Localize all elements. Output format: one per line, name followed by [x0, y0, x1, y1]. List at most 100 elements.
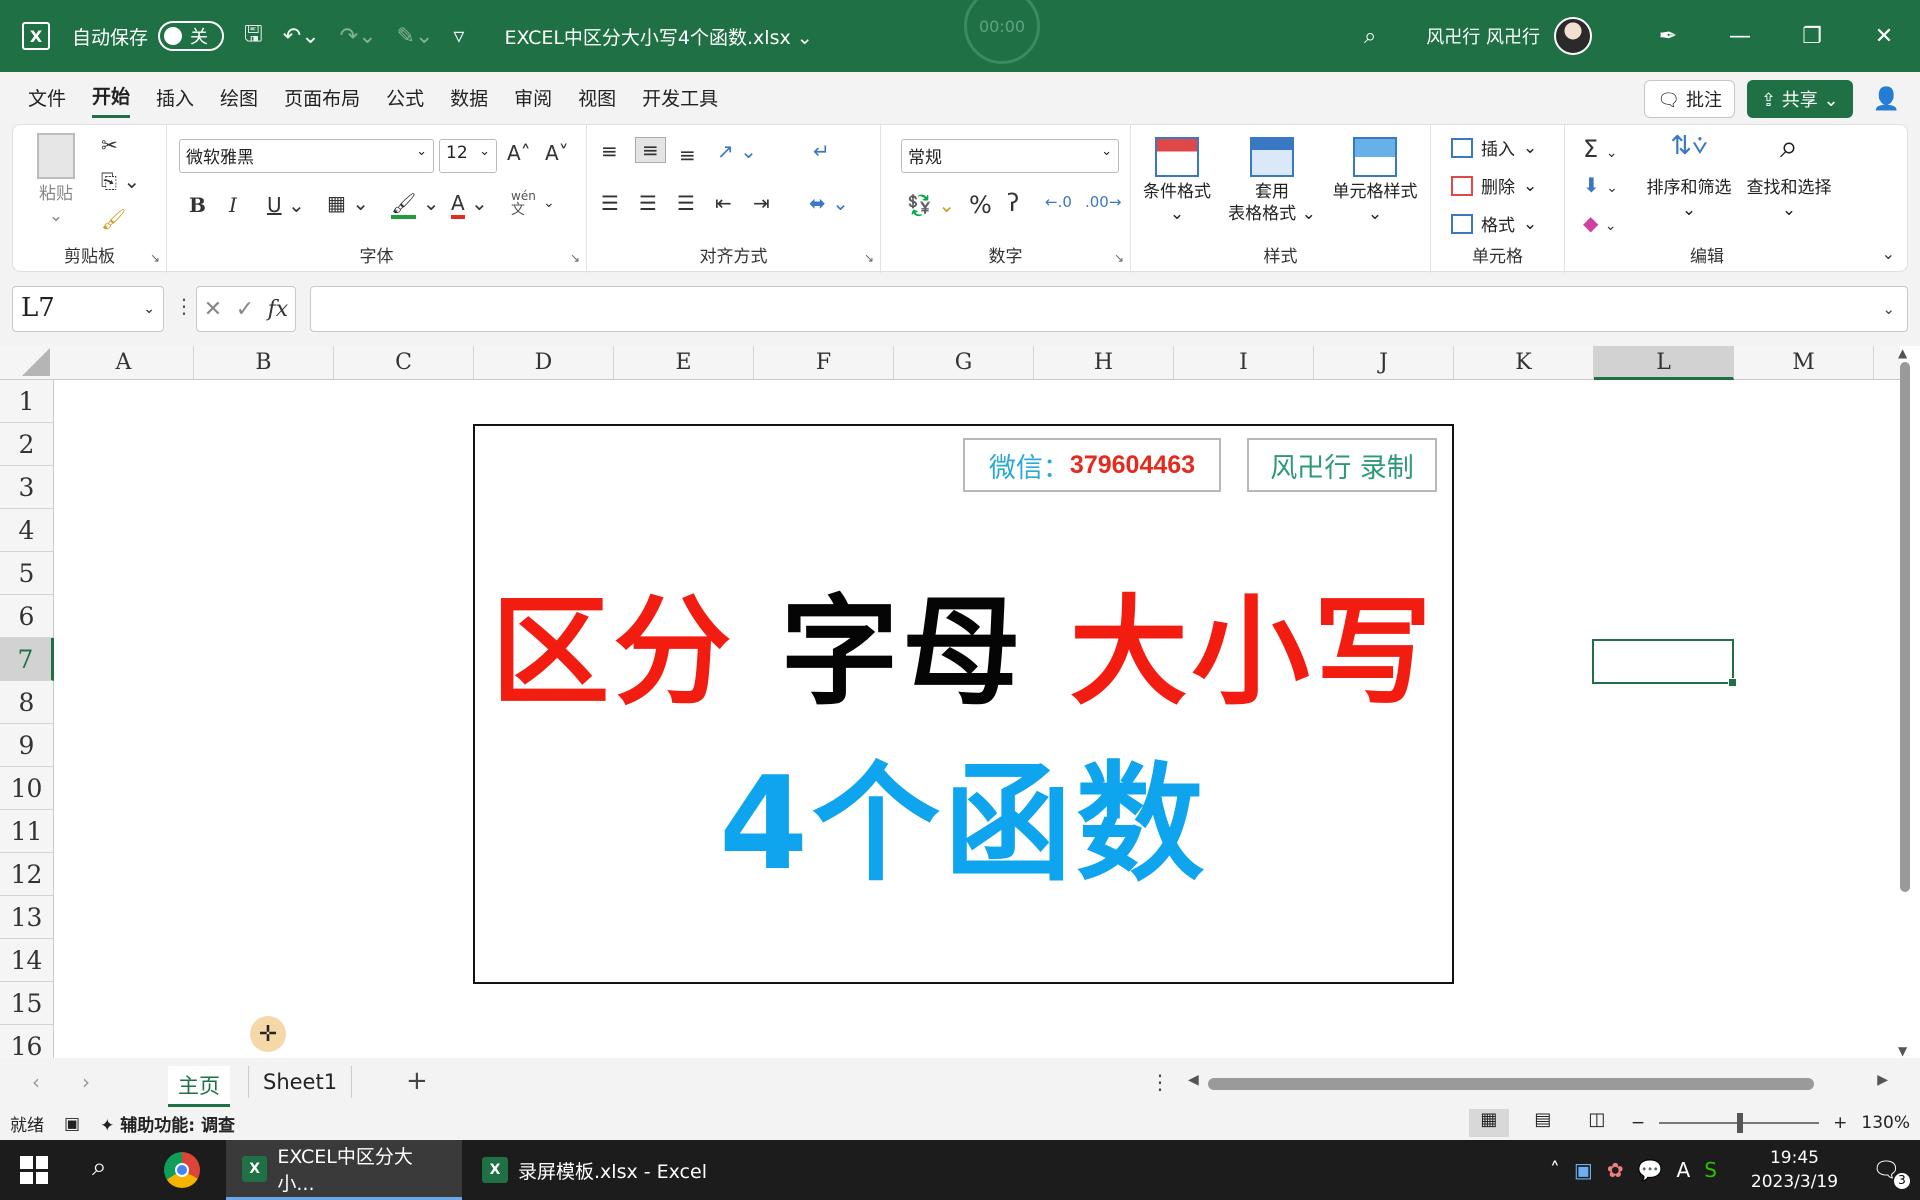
delete-cells-button[interactable]: 删除 ⌄	[1451, 173, 1537, 198]
fill-icon[interactable]: ⬇ ⌄	[1583, 173, 1618, 197]
autosum-icon[interactable]: Σ ⌄	[1583, 135, 1618, 163]
autosave-toggle[interactable]: 关	[158, 21, 225, 51]
shrink-font-icon[interactable]: A˅	[545, 141, 569, 165]
chrome-icon[interactable]	[164, 1152, 200, 1188]
align-top-icon[interactable]: ≡	[601, 139, 618, 163]
confirm-entry-icon[interactable]: ✓	[236, 297, 254, 322]
zoom-out-icon[interactable]: −	[1631, 1113, 1645, 1133]
decrease-indent-icon[interactable]: ⇤	[715, 191, 732, 215]
italic-icon[interactable]: I	[229, 193, 237, 217]
scroll-up-icon[interactable]: ▲	[1898, 346, 1907, 360]
sheet-tab-home[interactable]: 主页	[168, 1066, 230, 1107]
name-box[interactable]: L7 ⌄	[12, 286, 164, 332]
underline-icon[interactable]: U ⌄	[267, 193, 305, 217]
column-header-f[interactable]: F	[754, 346, 894, 380]
increase-indent-icon[interactable]: ⇥	[753, 191, 770, 215]
column-header-e[interactable]: E	[614, 346, 754, 380]
menu-file[interactable]: 文件	[28, 78, 66, 117]
tray-flower-icon[interactable]: ✿	[1607, 1158, 1624, 1182]
menu-insert[interactable]: 插入	[156, 78, 194, 117]
scroll-left-icon[interactable]: ◀	[1188, 1072, 1199, 1088]
comment-pen-icon[interactable]: ✎⌄	[397, 24, 434, 49]
align-right-icon[interactable]: ☰	[677, 191, 695, 215]
column-header-j[interactable]: J	[1314, 346, 1454, 380]
percent-icon[interactable]: %	[969, 191, 992, 219]
column-header-m[interactable]: M	[1734, 346, 1874, 380]
row-header-14[interactable]: 14	[0, 939, 54, 982]
customize-toolbar-icon[interactable]: ▿	[453, 24, 464, 49]
tray-app-icon[interactable]: ▣	[1574, 1158, 1593, 1182]
title-banner[interactable]: 微信： 379604463 风卍行 录制 区分 字母 大小写 4个函数	[473, 424, 1454, 984]
column-header-k[interactable]: K	[1454, 346, 1594, 380]
wps-tray-icon[interactable]: S	[1704, 1158, 1717, 1182]
comma-style-icon[interactable]: ʔ	[1007, 189, 1019, 217]
close-icon[interactable]: ✕	[1848, 24, 1920, 49]
column-header-g[interactable]: G	[894, 346, 1034, 380]
row-header-12[interactable]: 12	[0, 853, 54, 896]
merge-center-icon[interactable]: ⬌ ⌄	[809, 191, 849, 215]
row-header-2[interactable]: 2	[0, 423, 54, 466]
select-all-corner[interactable]	[0, 346, 54, 380]
column-header-i[interactable]: I	[1174, 346, 1314, 380]
align-middle-icon[interactable]: ≡	[635, 137, 666, 163]
cut-icon[interactable]: ✂	[101, 133, 118, 157]
selected-cell[interactable]	[1592, 639, 1737, 687]
format-cells-button[interactable]: 格式 ⌄	[1451, 211, 1537, 236]
prev-sheet-icon[interactable]: ‹	[32, 1070, 40, 1094]
next-sheet-icon[interactable]: ›	[82, 1070, 90, 1094]
windows-start-icon[interactable]	[20, 1156, 48, 1184]
page-break-view-icon[interactable]: ◫	[1577, 1109, 1617, 1137]
decrease-decimal-icon[interactable]: .00→	[1085, 193, 1121, 211]
menu-developer[interactable]: 开发工具	[642, 78, 718, 117]
normal-view-icon[interactable]: ▦	[1468, 1109, 1509, 1137]
sort-filter-button[interactable]: ⇅⩒ 排序和筛选 ⌄	[1641, 133, 1737, 221]
cell-styles-button[interactable]: 单元格样式 ⌄	[1325, 137, 1425, 225]
restore-icon[interactable]: ❐	[1776, 24, 1848, 49]
find-select-button[interactable]: ⌕ 查找和选择 ⌄	[1739, 130, 1839, 221]
grow-font-icon[interactable]: A˄	[507, 141, 531, 165]
sheet-tab-sheet1[interactable]: Sheet1	[248, 1066, 353, 1098]
formula-bar-dots-icon[interactable]: ⋮	[174, 294, 194, 318]
macro-record-icon[interactable]: ▣	[64, 1114, 80, 1134]
font-size-select[interactable]: 12 ⌄	[439, 139, 497, 173]
row-header-6[interactable]: 6	[0, 595, 54, 638]
column-header-d[interactable]: D	[474, 346, 614, 380]
row-header-8[interactable]: 8	[0, 681, 54, 724]
vertical-scroll-thumb[interactable]	[1900, 362, 1910, 892]
format-as-table-button[interactable]: 套用 表格格式 ⌄	[1223, 137, 1321, 225]
wechat-tray-icon[interactable]: 💬	[1638, 1158, 1663, 1182]
menu-home[interactable]: 开始	[92, 76, 131, 118]
phonetic-dropdown-icon[interactable]: ⌄	[543, 195, 555, 211]
align-bottom-icon[interactable]: ≡	[679, 143, 696, 167]
row-header-7[interactable]: 7	[0, 638, 54, 681]
clipboard-launcher-icon[interactable]: ↘	[150, 251, 160, 265]
tray-expand-icon[interactable]: ˄	[1550, 1158, 1560, 1182]
formula-input[interactable]: ⌄	[310, 286, 1908, 332]
clear-icon[interactable]: ◆ ⌄	[1583, 211, 1616, 235]
row-header-4[interactable]: 4	[0, 509, 54, 552]
menu-review[interactable]: 审阅	[514, 78, 552, 117]
bold-icon[interactable]: B	[189, 193, 206, 217]
accessibility-status[interactable]: ✦ 辅助功能: 调查	[100, 1111, 235, 1136]
user-name[interactable]: 风卍行 风卍行	[1426, 23, 1540, 49]
insert-function-icon[interactable]: fx	[268, 297, 289, 322]
collapse-ribbon-icon[interactable]: ⌄	[1882, 244, 1895, 263]
add-sheet-icon[interactable]: +	[406, 1066, 428, 1096]
row-header-15[interactable]: 15	[0, 982, 54, 1025]
vertical-scrollbar[interactable]: ▲ ▼	[1898, 346, 1912, 1058]
search-icon[interactable]: ⌕	[1364, 24, 1376, 49]
column-header-a[interactable]: A	[54, 346, 194, 380]
align-center-icon[interactable]: ☰	[639, 191, 657, 215]
taskbar-task-excel-2[interactable]: X 录屏模板.xlsx - Excel	[466, 1140, 723, 1200]
row-header-5[interactable]: 5	[0, 552, 54, 595]
scroll-down-icon[interactable]: ▼	[1898, 1044, 1907, 1058]
taskbar-task-excel-1[interactable]: X EXCEL中区分大小...	[226, 1140, 462, 1200]
copy-icon[interactable]: ⎘ ⌄	[101, 169, 140, 193]
zoom-slider-knob[interactable]	[1737, 1113, 1744, 1133]
redo-icon[interactable]: ↷⌄	[340, 24, 377, 49]
tab-options-icon[interactable]: ⋮	[1150, 1070, 1170, 1094]
document-title[interactable]: EXCEL中区分大小写4个函数.xlsx ⌄	[504, 23, 812, 50]
row-header-1[interactable]: 1	[0, 380, 54, 423]
undo-icon[interactable]: ↶⌄	[283, 24, 320, 49]
notification-icon[interactable]: 🗨 3	[1872, 1158, 1910, 1189]
